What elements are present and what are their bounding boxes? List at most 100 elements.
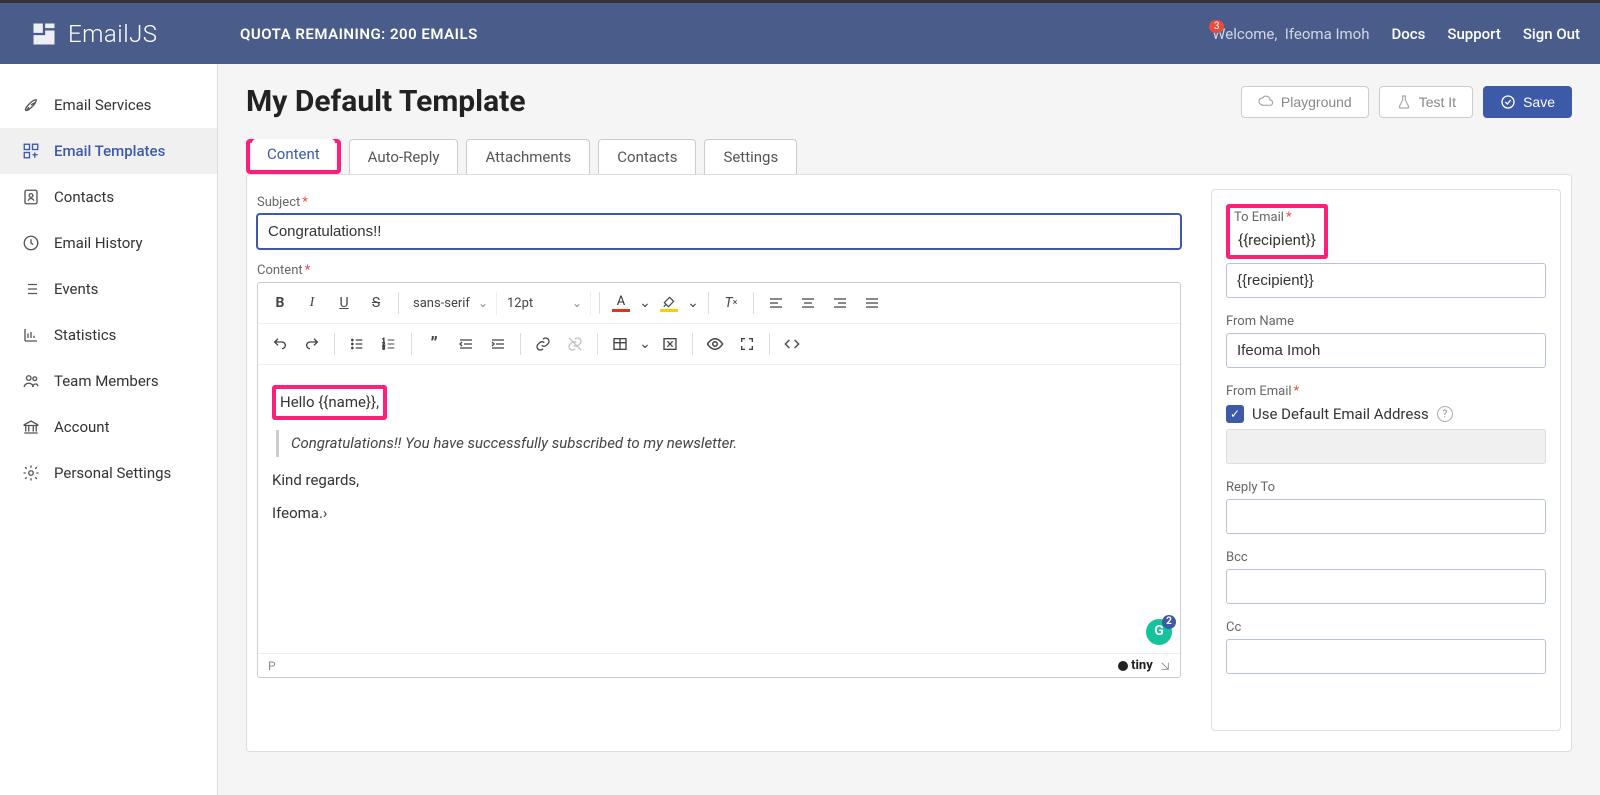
- chart-icon: [22, 326, 40, 344]
- fullscreen-button[interactable]: [733, 330, 761, 358]
- testit-button[interactable]: Test It: [1379, 86, 1473, 118]
- preview-button[interactable]: [701, 330, 729, 358]
- sidebar-item-email-services[interactable]: Email Services: [0, 82, 217, 128]
- bullet-list-button[interactable]: [343, 330, 371, 358]
- logo-icon: [30, 20, 58, 48]
- font-size-select[interactable]: 12pt: [501, 292, 586, 315]
- sidebar-item-label: Statistics: [54, 326, 116, 344]
- text-color-button[interactable]: A: [608, 294, 634, 312]
- indent-button[interactable]: [484, 330, 512, 358]
- align-right-button[interactable]: [826, 289, 854, 317]
- help-icon[interactable]: ?: [1437, 406, 1453, 422]
- tab-content[interactable]: Content: [252, 139, 335, 169]
- from-email-input: [1226, 429, 1546, 464]
- sidebar-item-events[interactable]: Events: [0, 266, 217, 312]
- grammarly-icon[interactable]: G2: [1146, 619, 1172, 645]
- cc-input[interactable]: [1226, 639, 1546, 674]
- undo-button[interactable]: [266, 330, 294, 358]
- text-color-dropdown[interactable]: ⌄: [638, 289, 652, 317]
- logo[interactable]: EmailJS: [30, 20, 220, 48]
- signout-link[interactable]: Sign Out: [1523, 25, 1580, 43]
- bold-button[interactable]: B: [266, 289, 294, 317]
- rich-text-editor: B I U S sans-serif 12pt A ⌄ ⌄ T×: [257, 282, 1181, 678]
- use-default-checkbox-row[interactable]: ✓ Use Default Email Address ?: [1226, 405, 1546, 423]
- sidebar-item-label: Email Services: [54, 96, 151, 114]
- svg-text:3: 3: [382, 345, 385, 351]
- to-email-input[interactable]: [1226, 263, 1546, 298]
- cloud-icon: [1258, 94, 1274, 110]
- rocket-icon: [22, 96, 40, 114]
- save-button[interactable]: Save: [1483, 86, 1572, 118]
- code-button[interactable]: [778, 330, 806, 358]
- checkbox-checked-icon: ✓: [1226, 405, 1244, 423]
- sidebar-item-account[interactable]: Account: [0, 404, 217, 450]
- sidebar: Email Services Email Templates Contacts …: [0, 64, 218, 795]
- bg-color-button[interactable]: [656, 295, 682, 312]
- from-name-input[interactable]: [1226, 333, 1546, 368]
- users-icon: [22, 372, 40, 390]
- bcc-label: Bcc: [1226, 550, 1546, 565]
- align-center-button[interactable]: [794, 289, 822, 317]
- notification-badge[interactable]: 3: [1209, 20, 1225, 33]
- editor-content-area[interactable]: Hello {{name}}, Congratulations!! You ha…: [258, 365, 1180, 653]
- editor-regards: Kind regards,: [272, 467, 1166, 494]
- sidebar-item-statistics[interactable]: Statistics: [0, 312, 217, 358]
- sidebar-item-label: Email Templates: [54, 142, 165, 160]
- clear-format-button[interactable]: T×: [717, 289, 745, 317]
- editor-signature: Ifeoma.›: [272, 500, 1166, 527]
- reply-to-input[interactable]: [1226, 499, 1546, 534]
- underline-button[interactable]: U: [330, 289, 358, 317]
- align-left-button[interactable]: [762, 289, 790, 317]
- greeting-highlight: Hello {{name}},: [272, 385, 387, 420]
- welcome-text: Welcome, Ifeoma Imoh: [1212, 25, 1369, 43]
- sidebar-item-personal-settings[interactable]: Personal Settings: [0, 450, 217, 496]
- link-button[interactable]: [529, 330, 557, 358]
- blockquote-button[interactable]: ”: [420, 330, 448, 358]
- sidebar-item-contacts[interactable]: Contacts: [0, 174, 217, 220]
- docs-link[interactable]: Docs: [1392, 25, 1426, 43]
- tab-settings[interactable]: Settings: [704, 139, 797, 174]
- to-email-label: To Email*: [1234, 210, 1320, 225]
- bcc-input[interactable]: [1226, 569, 1546, 604]
- italic-button[interactable]: I: [298, 289, 326, 317]
- playground-button[interactable]: Playground: [1241, 86, 1369, 118]
- grid-plus-icon: [22, 142, 40, 160]
- table-button[interactable]: [606, 330, 634, 358]
- bank-icon: [22, 418, 40, 436]
- tab-autoreply[interactable]: Auto-Reply: [349, 139, 459, 174]
- table-dropdown[interactable]: ⌄: [638, 330, 652, 358]
- topbar-right: 3 Welcome, Ifeoma Imoh Docs Support Sign…: [1193, 25, 1580, 43]
- reply-to-label: Reply To: [1226, 480, 1546, 495]
- font-family-select[interactable]: sans-serif: [407, 292, 492, 315]
- redo-button[interactable]: [298, 330, 326, 358]
- outdent-button[interactable]: [452, 330, 480, 358]
- sidebar-item-email-templates[interactable]: Email Templates: [0, 128, 217, 174]
- page-title: My Default Template: [246, 84, 526, 119]
- to-email-value: {{recipient}}: [1234, 229, 1320, 251]
- logo-text: EmailJS: [68, 20, 158, 48]
- tiny-logo: tiny: [1117, 658, 1170, 673]
- from-email-label: From Email*: [1226, 384, 1546, 399]
- subject-input[interactable]: [257, 214, 1181, 249]
- number-list-button[interactable]: 123: [375, 330, 403, 358]
- support-link[interactable]: Support: [1447, 25, 1500, 43]
- quota-text: QUOTA REMAINING: 200 EMAILS: [240, 25, 478, 43]
- tab-contacts[interactable]: Contacts: [598, 139, 696, 174]
- editor-quote: Congratulations!! You have successfully …: [276, 430, 1166, 457]
- tabs: Content Auto-Reply Attachments Contacts …: [246, 139, 1572, 174]
- unlink-button[interactable]: [561, 330, 589, 358]
- to-email-highlight: To Email* {{recipient}}: [1226, 204, 1328, 259]
- sidebar-item-email-history[interactable]: Email History: [0, 220, 217, 266]
- bg-color-dropdown[interactable]: ⌄: [686, 289, 700, 317]
- topbar: EmailJS QUOTA REMAINING: 200 EMAILS 3 We…: [0, 0, 1600, 64]
- image-button[interactable]: [656, 330, 684, 358]
- strikethrough-button[interactable]: S: [362, 289, 390, 317]
- list-icon: [22, 280, 40, 298]
- flask-icon: [1396, 94, 1412, 110]
- sidebar-item-team-members[interactable]: Team Members: [0, 358, 217, 404]
- align-justify-button[interactable]: [858, 289, 886, 317]
- recipients-panel: To Email* {{recipient}} From Name From E…: [1211, 189, 1561, 731]
- tab-attachments[interactable]: Attachments: [466, 139, 590, 174]
- content-label: Content*: [257, 263, 1181, 278]
- cc-label: Cc: [1226, 620, 1546, 635]
